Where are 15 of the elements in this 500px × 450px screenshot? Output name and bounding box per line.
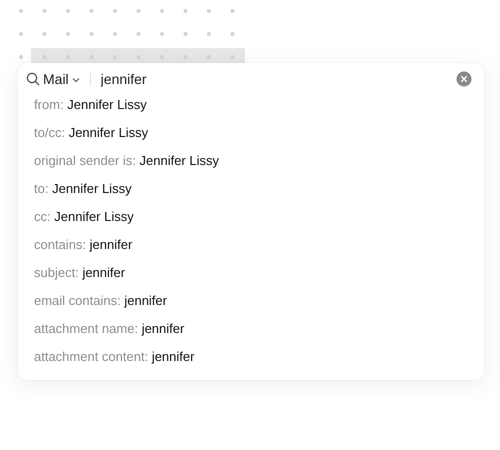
suggestion-item[interactable]: cc: Jennifer Lissy bbox=[18, 203, 134, 231]
suggestion-item[interactable]: original sender is: Jennifer Lissy bbox=[18, 147, 219, 175]
suggestion-item[interactable]: email contains: jennifer bbox=[18, 287, 167, 315]
suggestion-item[interactable]: contains: jennifer bbox=[18, 231, 132, 259]
scope-dropdown[interactable]: Mail bbox=[43, 71, 80, 87]
suggestion-item[interactable]: from: Jennifer Lissy bbox=[18, 91, 147, 119]
suggestion-item[interactable]: to: Jennifer Lissy bbox=[18, 175, 132, 203]
suggestion-item[interactable]: subject: jennifer bbox=[18, 259, 126, 287]
suggestion-item[interactable]: attachment content: jennifer bbox=[18, 343, 194, 371]
search-icon bbox=[26, 72, 40, 86]
caret-icon bbox=[72, 77, 80, 83]
search-field[interactable]: jennifer bbox=[100, 71, 448, 87]
suggestion-item[interactable]: attachment name: jennifer bbox=[18, 315, 184, 343]
clear-icon[interactable] bbox=[456, 71, 472, 87]
suggestion-item[interactable]: to/cc: Jennifer Lissy bbox=[18, 119, 148, 147]
